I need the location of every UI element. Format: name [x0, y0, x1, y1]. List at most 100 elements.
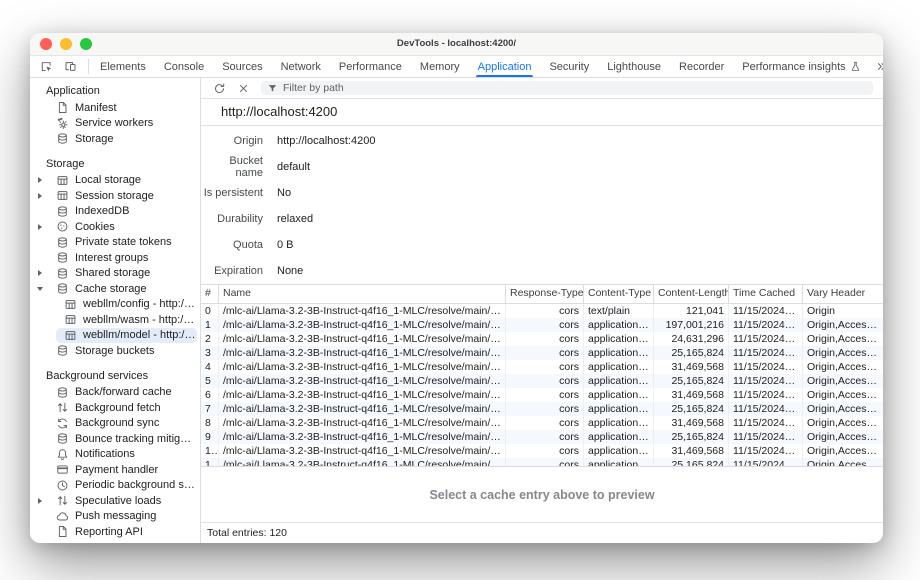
table-row[interactable]: 3/mlc-ai/Llama-3.2-3B-Instruct-q4f16_1-M… — [201, 346, 883, 360]
field-row-expiration: ExpirationNone — [201, 258, 883, 284]
tab-lighthouse[interactable]: Lighthouse — [598, 56, 670, 77]
column-header-response-type[interactable]: Response-Type — [506, 285, 584, 303]
table-row[interactable]: 6/mlc-ai/Llama-3.2-3B-Instruct-q4f16_1-M… — [201, 388, 883, 402]
sidebar-item-background-fetch[interactable]: Background fetch — [30, 400, 197, 416]
sidebar-item-private-state-tokens[interactable]: Private state tokens — [30, 235, 197, 251]
table-row[interactable]: 10/mlc-ai/Llama-3.2-3B-Instruct-q4f16_1-… — [201, 444, 883, 458]
sidebar-item-periodic-background-sync[interactable]: Periodic background sync — [30, 478, 197, 494]
column-header-content-type[interactable]: Content-Type — [584, 285, 654, 303]
database-icon — [56, 205, 69, 218]
sidebar-item-shared-storage[interactable]: Shared storage — [30, 266, 197, 282]
tab-security[interactable]: Security — [540, 56, 598, 77]
tab-performance-insights[interactable]: Performance insights — [733, 56, 869, 77]
sidebar-item-label: webllm/model - http://loc… — [83, 329, 197, 341]
tab-sources[interactable]: Sources — [213, 56, 271, 77]
tab-recorder[interactable]: Recorder — [670, 56, 733, 77]
sidebar-item-storage-buckets[interactable]: Storage buckets — [30, 343, 197, 359]
device-toolbar-icon[interactable] — [58, 57, 82, 77]
sidebar-item-webllm-wasm-http-loca[interactable]: webllm/wasm - http://loca… — [30, 312, 197, 328]
updown-icon — [56, 401, 69, 414]
tab-network[interactable]: Network — [272, 56, 330, 77]
maximize-window-button[interactable] — [80, 38, 92, 50]
table-row[interactable]: 8/mlc-ai/Llama-3.2-3B-Instruct-q4f16_1-M… — [201, 416, 883, 430]
sidebar-item-background-sync[interactable]: Background sync — [30, 416, 197, 432]
updown-icon — [56, 494, 69, 507]
tree-down-arrow-icon[interactable] — [34, 281, 46, 297]
tab-elements[interactable]: Elements — [91, 56, 155, 77]
column-header-[interactable]: # — [201, 285, 219, 303]
sidebar-item-bounce-tracking-mitigations[interactable]: Bounce tracking mitigations — [30, 431, 197, 447]
table-row[interactable]: 1/mlc-ai/Llama-3.2-3B-Instruct-q4f16_1-M… — [201, 318, 883, 332]
table-cell: cors — [506, 332, 584, 346]
sidebar-item-interest-groups[interactable]: Interest groups — [30, 250, 197, 266]
tree-right-arrow-icon[interactable] — [34, 219, 46, 235]
column-header-name[interactable]: Name — [219, 285, 506, 303]
sidebar-item-label: Push messaging — [75, 510, 156, 522]
table-cell: 6 — [201, 388, 219, 402]
field-label: Origin — [201, 135, 263, 147]
column-header-time-cached[interactable]: Time Cached — [729, 285, 803, 303]
database-icon — [56, 267, 69, 280]
sidebar-item-webllm-model-http-loc[interactable]: webllm/model - http://loc… — [56, 328, 197, 344]
sidebar-item-cookies[interactable]: Cookies — [30, 219, 197, 235]
table-cell: cors — [506, 318, 584, 332]
tab-application[interactable]: Application — [469, 56, 541, 77]
table-row[interactable]: 4/mlc-ai/Llama-3.2-3B-Instruct-q4f16_1-M… — [201, 360, 883, 374]
tab-label: Performance insights — [742, 57, 845, 77]
section-title-application: Application — [30, 82, 200, 100]
tab-performance[interactable]: Performance — [330, 56, 411, 77]
clear-icon[interactable] — [231, 78, 255, 98]
table-row[interactable]: 7/mlc-ai/Llama-3.2-3B-Instruct-q4f16_1-M… — [201, 402, 883, 416]
table-cell: Origin,Access… — [803, 430, 883, 444]
table-row[interactable]: 9/mlc-ai/Llama-3.2-3B-Instruct-q4f16_1-M… — [201, 430, 883, 444]
database-icon — [56, 432, 69, 445]
tab-memory[interactable]: Memory — [411, 56, 469, 77]
sidebar-item-push-messaging[interactable]: Push messaging — [30, 509, 197, 525]
table-row[interactable]: 0/mlc-ai/Llama-3.2-3B-Instruct-q4f16_1-M… — [201, 304, 883, 318]
panel-tabs: ElementsConsoleSourcesNetworkPerformance… — [91, 56, 870, 77]
sidebar-item-local-storage[interactable]: Local storage — [30, 173, 197, 189]
tab-label: Security — [549, 57, 589, 77]
sidebar-item-payment-handler[interactable]: Payment handler — [30, 462, 197, 478]
table-cell: Origin,Access… — [803, 346, 883, 360]
sidebar-item-notifications[interactable]: Notifications — [30, 447, 197, 463]
tab-console[interactable]: Console — [155, 56, 213, 77]
table-row[interactable]: 5/mlc-ai/Llama-3.2-3B-Instruct-q4f16_1-M… — [201, 374, 883, 388]
sidebar-item-webllm-config-http-loc[interactable]: webllm/config - http://loc… — [30, 297, 197, 313]
field-row-durability: Durabilityrelaxed — [201, 206, 883, 232]
sidebar-item-reporting-api[interactable]: Reporting API — [30, 524, 197, 540]
filter-input[interactable]: Filter by path — [261, 81, 873, 95]
close-window-button[interactable] — [40, 38, 52, 50]
table-cell: 11/15/2024, 10… — [729, 332, 803, 346]
sidebar-item-speculative-loads[interactable]: Speculative loads — [30, 493, 197, 509]
sidebar-item-session-storage[interactable]: Session storage — [30, 188, 197, 204]
sidebar-item-cache-storage[interactable]: Cache storage — [30, 281, 197, 297]
bell-icon — [56, 448, 69, 461]
tree-right-arrow-icon[interactable] — [34, 493, 46, 509]
tree-right-arrow-icon[interactable] — [34, 188, 46, 204]
table-row[interactable]: 11/mlc-ai/Llama-3.2-3B-Instruct-q4f16_1-… — [201, 458, 883, 466]
table-cell: 31,469,568 — [654, 360, 729, 374]
sidebar-item-back-forward-cache[interactable]: Back/forward cache — [30, 385, 197, 401]
sidebar-item-indexeddb[interactable]: IndexedDB — [30, 204, 197, 220]
tree-right-arrow-icon[interactable] — [34, 173, 46, 189]
minimize-window-button[interactable] — [60, 38, 72, 50]
total-entries: Total entries: 120 — [207, 527, 287, 539]
database-icon — [56, 282, 69, 295]
tree-right-arrow-icon[interactable] — [34, 266, 46, 282]
column-header-vary-header[interactable]: Vary Header — [803, 285, 883, 303]
table-row[interactable]: 2/mlc-ai/Llama-3.2-3B-Instruct-q4f16_1-M… — [201, 332, 883, 346]
sidebar-item-service-workers[interactable]: Service workers — [30, 116, 197, 132]
more-tabs-icon[interactable] — [870, 57, 883, 77]
table-cell: Origin,Access… — [803, 388, 883, 402]
sidebar-item-storage[interactable]: Storage — [30, 131, 197, 147]
inspect-element-icon[interactable] — [34, 57, 58, 77]
sidebar-item-label: Manifest — [75, 102, 117, 114]
table-cell: /mlc-ai/Llama-3.2-3B-Instruct-q4f16_1-ML… — [219, 444, 506, 458]
table-cell: application/oc… — [584, 430, 654, 444]
field-label: Is persistent — [201, 187, 263, 199]
sidebar-item-manifest[interactable]: Manifest — [30, 100, 197, 116]
column-header-content-length[interactable]: Content-Length — [654, 285, 729, 303]
table-cell: application/oc… — [584, 458, 654, 466]
refresh-icon[interactable] — [207, 78, 231, 98]
